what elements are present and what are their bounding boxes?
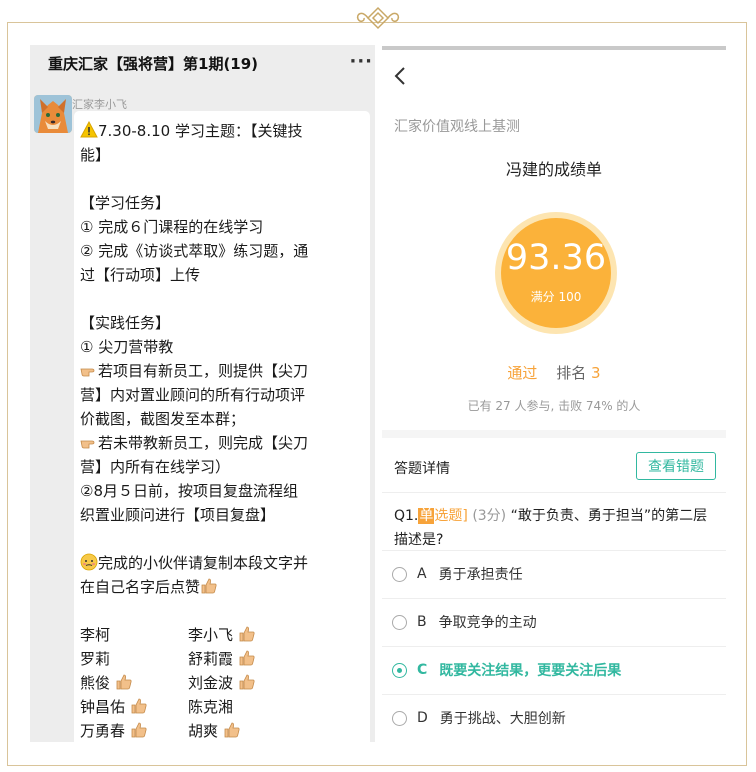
question-text: Q1.单选题] (3分) “敢于负责、勇于担当”的第二层描述是? bbox=[394, 508, 708, 548]
answer-option-c[interactable]: C 既要关注结果，更要关注后果 bbox=[392, 648, 621, 692]
divider bbox=[382, 646, 726, 647]
question-score: (3分) bbox=[472, 508, 507, 524]
option-letter: B bbox=[417, 614, 427, 630]
name-entry: 李柯 bbox=[80, 626, 111, 644]
message-line: ② 完成《访谈式萃取》练习题，通 bbox=[80, 242, 309, 260]
message-line: 【实践任务】 bbox=[80, 314, 171, 332]
option-text: 争取竞争的主动 bbox=[438, 615, 537, 631]
option-text: 勇于挑战、大胆创新 bbox=[439, 711, 566, 727]
group-title: 重庆汇家【强将营】第1期(19) bbox=[48, 54, 259, 73]
name-entry: 万勇春 bbox=[80, 719, 188, 742]
rank-value: 3 bbox=[591, 364, 601, 382]
thumbs-up-icon bbox=[116, 674, 132, 690]
report-title: 冯建的成绩单 bbox=[505, 160, 602, 179]
pointing-hand-icon bbox=[80, 440, 95, 449]
message-line: 若未带教新员工，则完成【尖刀 bbox=[80, 431, 362, 455]
thumbs-up-icon bbox=[201, 578, 217, 594]
exam-title: 汇家价值观线上基测 bbox=[394, 119, 520, 135]
option-letter: C bbox=[417, 662, 428, 678]
thumbs-up-icon bbox=[239, 626, 255, 642]
name-entry: 胡爽 bbox=[188, 719, 308, 742]
avatar[interactable] bbox=[34, 95, 72, 133]
like-name-list: 李柯 李小飞 罗莉 舒莉霞 熊俊 刘金波 钟昌佑 陈克湘 万勇春 胡爽 bbox=[80, 623, 362, 742]
thumbs-up-icon bbox=[224, 722, 240, 738]
full-score: 满分 100 bbox=[530, 290, 582, 304]
answer-option-d[interactable]: D 勇于挑战、大胆创新 bbox=[392, 696, 566, 740]
thumbs-up-icon bbox=[239, 650, 255, 666]
message-line: 织置业顾问进行【项目复盘】 bbox=[80, 506, 276, 524]
message-line: 价截图，截图发至本群； bbox=[80, 410, 246, 428]
message-line: ① 尖刀营带教 bbox=[80, 338, 174, 356]
message-line: ① 完成６门课程的在线学习 bbox=[80, 218, 264, 236]
score-report-screen: 汇家价值观线上基测 冯建的成绩单 93.36 满分 100 通过 排名 3 已有… bbox=[382, 46, 726, 746]
message-line: 7.30-8.10 学习主题：【关键技 bbox=[80, 119, 362, 143]
view-wrong-answers-button[interactable]: 查看错题 bbox=[636, 452, 716, 480]
more-dots-icon[interactable]: ··· bbox=[349, 51, 373, 72]
frame-line-left bbox=[7, 22, 347, 23]
message-line: 在自己名字后点赞 bbox=[80, 575, 362, 599]
radio-icon[interactable] bbox=[392, 566, 407, 582]
name-entry: 舒莉霞 bbox=[188, 647, 308, 671]
ornament-icon bbox=[356, 6, 400, 30]
pass-rank-row: 通过 排名 3 bbox=[382, 362, 726, 383]
divider bbox=[382, 492, 726, 493]
answer-option-b[interactable]: B 争取竞争的主动 bbox=[392, 600, 537, 644]
name-entry: 罗莉 bbox=[80, 650, 111, 668]
chat-screen: 重庆汇家【强将营】第1期(19) ··· 汇家李小飞 7.30-8.10 学习主… bbox=[30, 45, 375, 742]
radio-icon[interactable] bbox=[392, 710, 407, 726]
divider bbox=[382, 694, 726, 695]
divider bbox=[382, 598, 726, 599]
pointing-hand-icon bbox=[80, 368, 95, 377]
answer-detail-title: 答题详情 bbox=[394, 461, 450, 477]
option-letter: D bbox=[417, 710, 428, 726]
section-divider bbox=[382, 430, 726, 438]
thumbs-up-icon bbox=[239, 674, 255, 690]
divider bbox=[382, 550, 726, 551]
message-line: ②8月５日前，按项目复盘流程组 bbox=[80, 482, 298, 500]
embarrassed-face-icon bbox=[80, 553, 98, 571]
pass-status: 通过 bbox=[507, 364, 538, 382]
radio-icon[interactable] bbox=[392, 662, 407, 678]
message-line: 若项目有新员工，则提供【尖刀 bbox=[80, 359, 362, 383]
participation-stats: 已有 27 人参与, 击败 74% 的人 bbox=[467, 399, 641, 413]
sender-name: 汇家李小飞 bbox=[72, 98, 127, 111]
back-chevron-icon[interactable] bbox=[394, 66, 406, 92]
message-line: 过【行动项】上传 bbox=[80, 266, 201, 284]
message-line: 完成的小伙伴请复制本段文字并 bbox=[80, 551, 362, 575]
question-type-tag: 单 bbox=[418, 508, 435, 524]
warning-icon bbox=[80, 121, 98, 138]
name-entry: 钟昌佑 bbox=[80, 695, 188, 719]
thumbs-up-icon bbox=[131, 698, 147, 714]
message-line: 能】 bbox=[80, 146, 111, 164]
option-text: 勇于承担责任 bbox=[438, 567, 523, 583]
message-line: 营】内对置业顾问的所有行动项评 bbox=[80, 386, 306, 404]
message-line: 营】内所有在线学习） bbox=[80, 458, 231, 476]
thumbs-up-icon bbox=[131, 722, 147, 738]
rank-label: 排名 bbox=[556, 364, 587, 382]
radio-icon[interactable] bbox=[392, 614, 407, 630]
frame-line-right bbox=[410, 22, 747, 23]
option-text: 既要关注结果，更要关注后果 bbox=[439, 663, 622, 679]
score-badge: 93.36 满分 100 bbox=[495, 212, 617, 334]
chat-header: 重庆汇家【强将营】第1期(19) ··· bbox=[30, 45, 375, 81]
name-entry: 李小飞 bbox=[188, 623, 308, 647]
score-value: 93.36 bbox=[505, 238, 607, 278]
name-entry: 陈克湘 bbox=[188, 698, 234, 716]
message-line: 【学习任务】 bbox=[80, 194, 171, 212]
answer-option-a[interactable]: A 勇于承担责任 bbox=[392, 552, 523, 596]
name-entry: 刘金波 bbox=[188, 671, 308, 695]
message-bubble: 7.30-8.10 学习主题：【关键技 能】 【学习任务】 ① 完成６门课程的在… bbox=[74, 111, 370, 742]
name-entry: 熊俊 bbox=[80, 671, 188, 695]
option-letter: A bbox=[417, 566, 427, 582]
